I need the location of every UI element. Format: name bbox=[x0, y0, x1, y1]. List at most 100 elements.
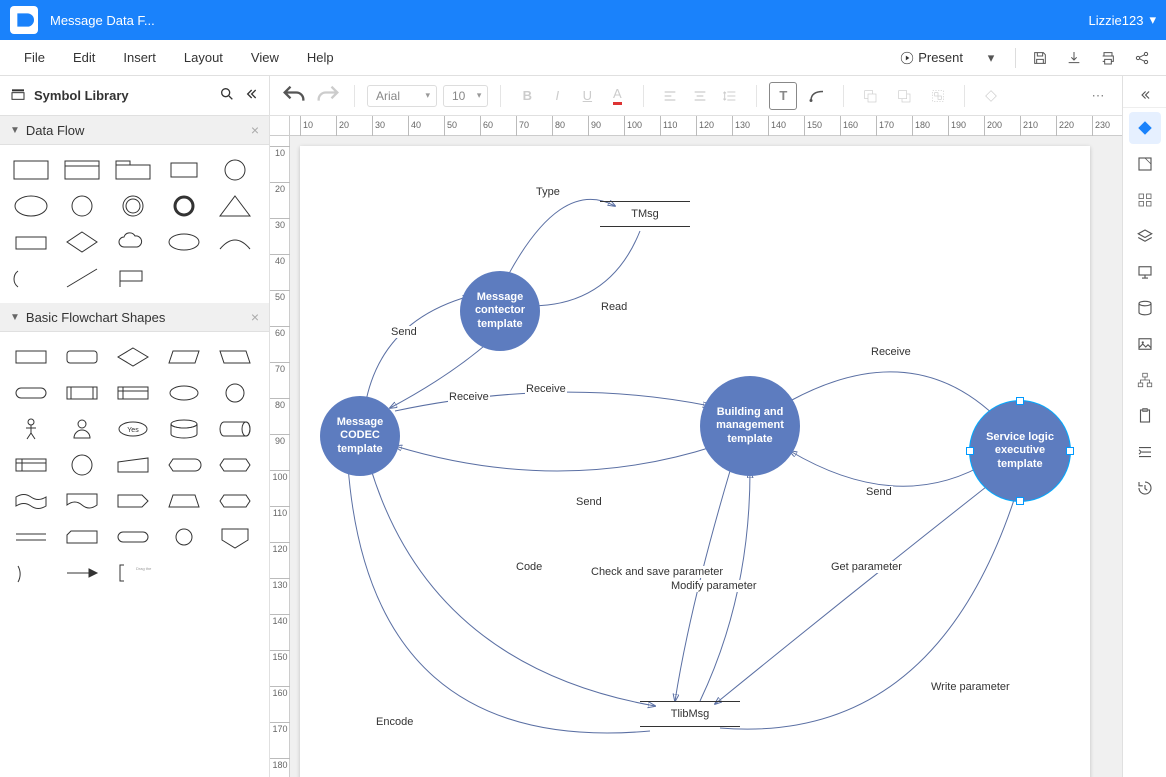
resize-handle[interactable] bbox=[1066, 447, 1074, 455]
resize-handle[interactable] bbox=[1016, 497, 1024, 505]
fill-button[interactable] bbox=[977, 82, 1005, 110]
shape-direct[interactable] bbox=[214, 414, 256, 444]
shape-user[interactable] bbox=[61, 414, 103, 444]
menu-help[interactable]: Help bbox=[293, 44, 348, 71]
font-select[interactable]: Arial bbox=[367, 85, 437, 107]
menu-layout[interactable]: Layout bbox=[170, 44, 237, 71]
resize-handle[interactable] bbox=[1016, 397, 1024, 405]
indent-tab[interactable] bbox=[1129, 436, 1161, 468]
clipboard-tab[interactable] bbox=[1129, 400, 1161, 432]
menu-edit[interactable]: Edit bbox=[59, 44, 109, 71]
align-h-button[interactable] bbox=[656, 82, 684, 110]
shape-circle4[interactable] bbox=[163, 522, 205, 552]
shape-quarter[interactable] bbox=[10, 558, 52, 588]
save-button[interactable] bbox=[1026, 44, 1054, 72]
shape-triangle[interactable] bbox=[214, 191, 256, 221]
grid-tab[interactable] bbox=[1129, 184, 1161, 216]
export-button[interactable] bbox=[1060, 44, 1088, 72]
shape-circle[interactable] bbox=[214, 155, 256, 185]
shape-data[interactable] bbox=[163, 342, 205, 372]
user-menu[interactable]: Lizzie123 ▾ bbox=[1089, 12, 1156, 28]
print-button[interactable] bbox=[1094, 44, 1122, 72]
shape-process[interactable] bbox=[10, 342, 52, 372]
shape-flag[interactable] bbox=[112, 263, 154, 293]
shape-doc[interactable] bbox=[61, 486, 103, 516]
present-dropdown[interactable]: ▾ bbox=[977, 44, 1005, 72]
node-codec[interactable]: Message CODEC template bbox=[320, 396, 400, 476]
layers-tab[interactable] bbox=[1129, 220, 1161, 252]
shape-annotation[interactable]: Drag the side handles to change the widt… bbox=[112, 558, 154, 588]
node-service[interactable]: Service logic executive template bbox=[970, 401, 1070, 501]
close-icon[interactable]: × bbox=[251, 122, 259, 138]
shape-database[interactable] bbox=[163, 414, 205, 444]
shape-connector[interactable] bbox=[214, 378, 256, 408]
shape-terminator[interactable] bbox=[10, 378, 52, 408]
close-icon[interactable]: × bbox=[251, 309, 259, 325]
datastore-tmsg[interactable]: TMsg bbox=[600, 201, 690, 227]
menu-view[interactable]: View bbox=[237, 44, 293, 71]
shape-offpage[interactable] bbox=[214, 522, 256, 552]
image-tab[interactable] bbox=[1129, 328, 1161, 360]
shape-line[interactable] bbox=[61, 263, 103, 293]
shape-bold-circle[interactable] bbox=[163, 191, 205, 221]
menu-file[interactable]: File bbox=[10, 44, 59, 71]
history-tab[interactable] bbox=[1129, 472, 1161, 504]
line-spacing-button[interactable] bbox=[716, 82, 744, 110]
group-button[interactable] bbox=[924, 82, 952, 110]
shape-trap[interactable] bbox=[163, 486, 205, 516]
shape-parallel-lines[interactable] bbox=[10, 522, 52, 552]
search-icon[interactable] bbox=[219, 86, 235, 105]
redo-button[interactable] bbox=[314, 82, 342, 110]
section-basic-header[interactable]: ▼ Basic Flowchart Shapes × bbox=[0, 303, 269, 332]
presentation-tab[interactable] bbox=[1129, 256, 1161, 288]
shape-arc[interactable] bbox=[214, 227, 256, 257]
shape-card2[interactable] bbox=[61, 522, 103, 552]
front-button[interactable] bbox=[856, 82, 884, 110]
shape-display[interactable] bbox=[163, 450, 205, 480]
shape-predefined[interactable] bbox=[61, 378, 103, 408]
italic-button[interactable]: I bbox=[543, 82, 571, 110]
tree-tab[interactable] bbox=[1129, 364, 1161, 396]
arrange-tab[interactable] bbox=[1129, 148, 1161, 180]
expand-right-panel[interactable] bbox=[1123, 82, 1166, 108]
app-logo[interactable] bbox=[10, 6, 38, 34]
font-color-button[interactable]: A bbox=[603, 82, 631, 110]
shape-rect-small[interactable] bbox=[163, 155, 205, 185]
menu-insert[interactable]: Insert bbox=[109, 44, 170, 71]
shape-double-circle[interactable] bbox=[112, 191, 154, 221]
datastore-tlibmsg[interactable]: TlibMsg bbox=[640, 701, 740, 727]
shape-yes[interactable]: Yes bbox=[112, 414, 154, 444]
shape-actor[interactable] bbox=[10, 414, 52, 444]
align-v-button[interactable] bbox=[686, 82, 714, 110]
section-dataflow-header[interactable]: ▼ Data Flow × bbox=[0, 116, 269, 145]
shape-circle3[interactable] bbox=[61, 450, 103, 480]
shape-parallel[interactable] bbox=[10, 227, 52, 257]
shape-rounded[interactable] bbox=[61, 342, 103, 372]
shape-rect-tab[interactable] bbox=[112, 155, 154, 185]
shape-arrow[interactable] bbox=[61, 558, 103, 588]
text-tool-button[interactable]: T bbox=[769, 82, 797, 110]
shape-rect-header[interactable] bbox=[61, 155, 103, 185]
collapse-panel-icon[interactable] bbox=[243, 86, 259, 105]
shape-data2[interactable] bbox=[214, 342, 256, 372]
shape-ellipse[interactable] bbox=[10, 191, 52, 221]
share-button[interactable] bbox=[1128, 44, 1156, 72]
shape-decision[interactable] bbox=[112, 342, 154, 372]
resize-handle[interactable] bbox=[966, 447, 974, 455]
data-tab[interactable] bbox=[1129, 292, 1161, 324]
present-button[interactable]: Present bbox=[892, 46, 971, 69]
underline-button[interactable]: U bbox=[573, 82, 601, 110]
font-size-select[interactable]: 10 bbox=[443, 85, 488, 107]
canvas-page[interactable]: TMsg TlibMsg Message contector template … bbox=[300, 146, 1090, 777]
shape-internal[interactable] bbox=[112, 378, 154, 408]
shape-pentagon[interactable] bbox=[112, 486, 154, 516]
shape-stadium[interactable] bbox=[112, 522, 154, 552]
shape-ellipse3[interactable] bbox=[163, 378, 205, 408]
shape-ellipse2[interactable] bbox=[163, 227, 205, 257]
shape-halfcircle[interactable] bbox=[10, 263, 52, 293]
connector-tool-button[interactable] bbox=[803, 82, 831, 110]
bold-button[interactable]: B bbox=[513, 82, 541, 110]
shape-manual[interactable] bbox=[112, 450, 154, 480]
shape-tape[interactable] bbox=[10, 486, 52, 516]
undo-button[interactable] bbox=[280, 82, 308, 110]
